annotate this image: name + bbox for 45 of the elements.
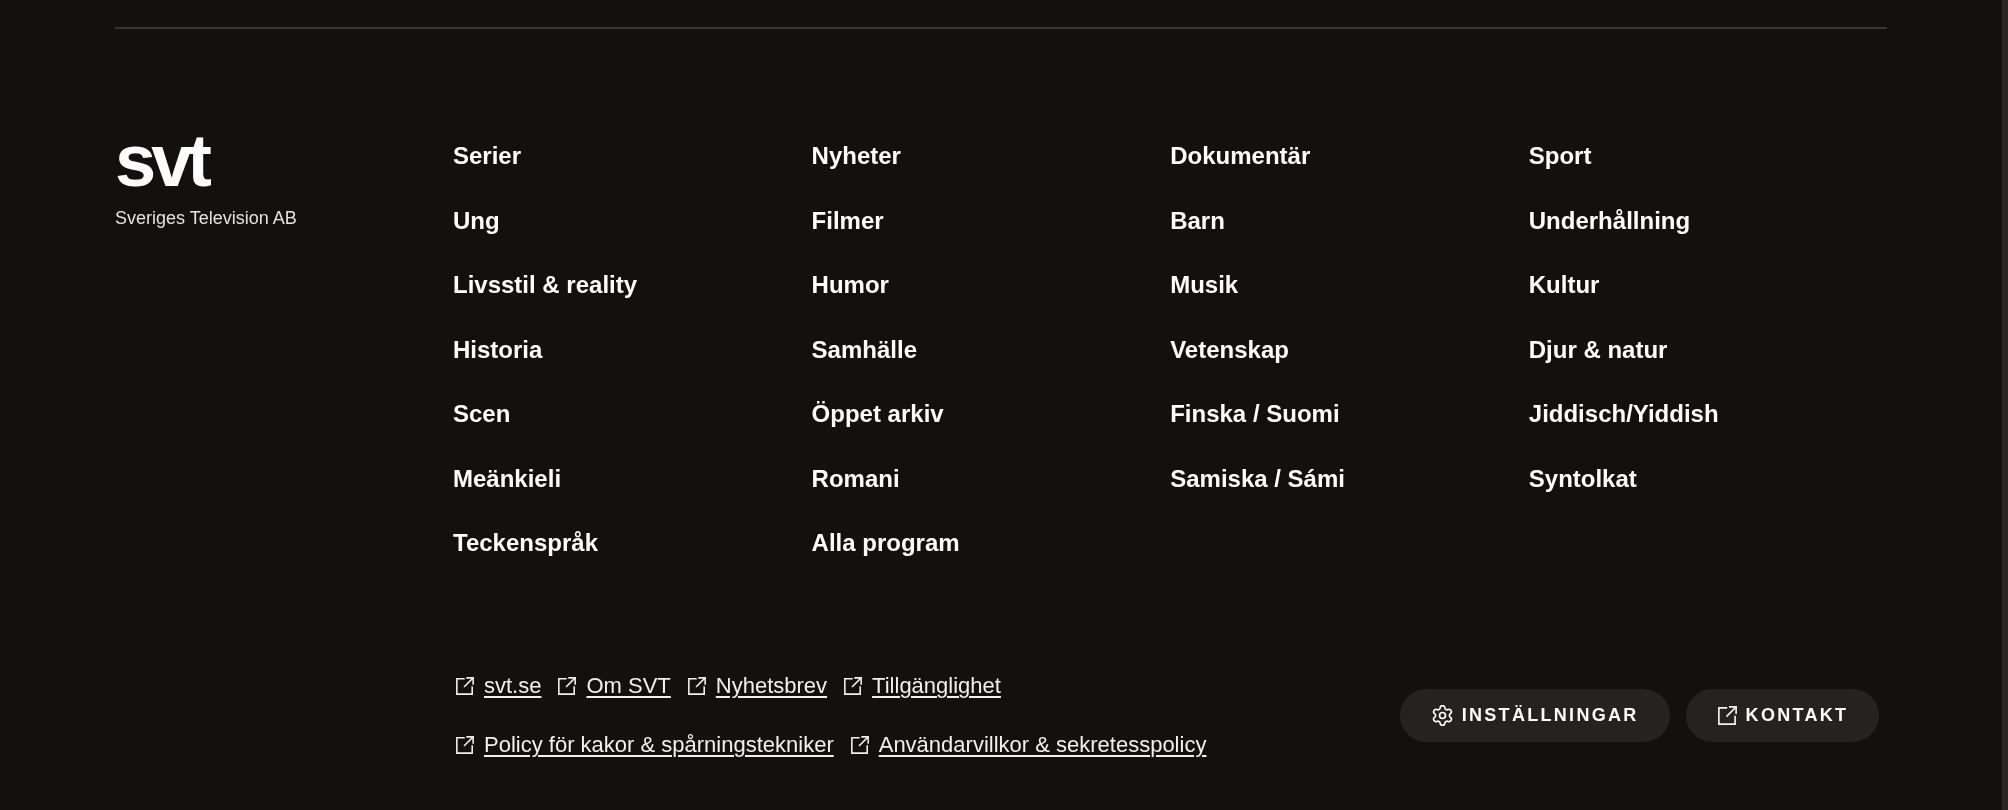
- nav-link[interactable]: Barn: [1170, 204, 1225, 237]
- settings-button[interactable]: INSTÄLLNINGAR: [1399, 689, 1670, 742]
- external-link-icon: [558, 677, 577, 695]
- external-link-button[interactable]: KONTAKT: [1685, 689, 1880, 742]
- nav-link[interactable]: Serier: [453, 140, 522, 172]
- nav-link[interactable]: Nyheter: [811, 140, 901, 172]
- footer-link[interactable]: Om SVT: [586, 671, 671, 701]
- nav-link[interactable]: Scen: [453, 398, 511, 430]
- nav-link[interactable]: Jiddisch/Yiddish: [1528, 398, 1719, 430]
- nav-link[interactable]: Livsstil & reality: [453, 269, 638, 301]
- scrollbar-track[interactable]: [2002, 0, 2008, 810]
- external-link-icon: [456, 736, 474, 754]
- nav-link[interactable]: Kultur: [1528, 269, 1600, 301]
- external-link-icon: [1717, 706, 1737, 725]
- logo-wordmark[interactable]: svt: [115, 133, 212, 189]
- nav-link[interactable]: Vetenskap: [1170, 333, 1289, 366]
- nav-link[interactable]: Historia: [453, 333, 543, 366]
- nav-link[interactable]: Filmer: [811, 204, 884, 237]
- settings-icon: [1431, 705, 1453, 726]
- nav-link[interactable]: Underhållning: [1528, 204, 1691, 237]
- external-link-icon: [850, 736, 869, 754]
- tagline-text: Sveriges Television AB: [115, 207, 297, 230]
- external-link-icon: [456, 677, 474, 695]
- nav-link[interactable]: Djur & natur: [1528, 333, 1668, 366]
- footer-link[interactable]: Tillgänglighet: [872, 671, 1001, 701]
- nav-link[interactable]: Dokumentär: [1170, 140, 1311, 172]
- nav-link[interactable]: Alla program: [811, 527, 960, 559]
- nav-link[interactable]: Romani: [811, 462, 900, 495]
- footer-link[interactable]: svt.se: [484, 671, 542, 701]
- nav-link[interactable]: Öppet arkiv: [811, 398, 944, 430]
- footer-link[interactable]: Policy för kakor & spårningstekniker: [484, 730, 834, 760]
- external-link-icon: [844, 677, 863, 695]
- footer-link[interactable]: Användarvillkor & sekretesspolicy: [878, 730, 1207, 760]
- footer-link[interactable]: Nyhetsbrev: [715, 671, 828, 701]
- nav-link[interactable]: Syntolkat: [1528, 462, 1637, 495]
- nav-link[interactable]: Humor: [811, 269, 889, 301]
- external-link-icon: [687, 677, 706, 695]
- nav-link[interactable]: Meänkieli: [453, 462, 562, 495]
- nav-link[interactable]: Finska / Suomi: [1170, 398, 1340, 430]
- nav-link[interactable]: Musik: [1170, 269, 1239, 301]
- nav-link[interactable]: Ung: [453, 204, 500, 237]
- nav-link[interactable]: Samhälle: [811, 333, 917, 366]
- nav-link[interactable]: Teckenspråk: [453, 527, 598, 559]
- nav-link[interactable]: Samiska / Sámi: [1170, 462, 1345, 495]
- nav-link[interactable]: Sport: [1528, 140, 1592, 172]
